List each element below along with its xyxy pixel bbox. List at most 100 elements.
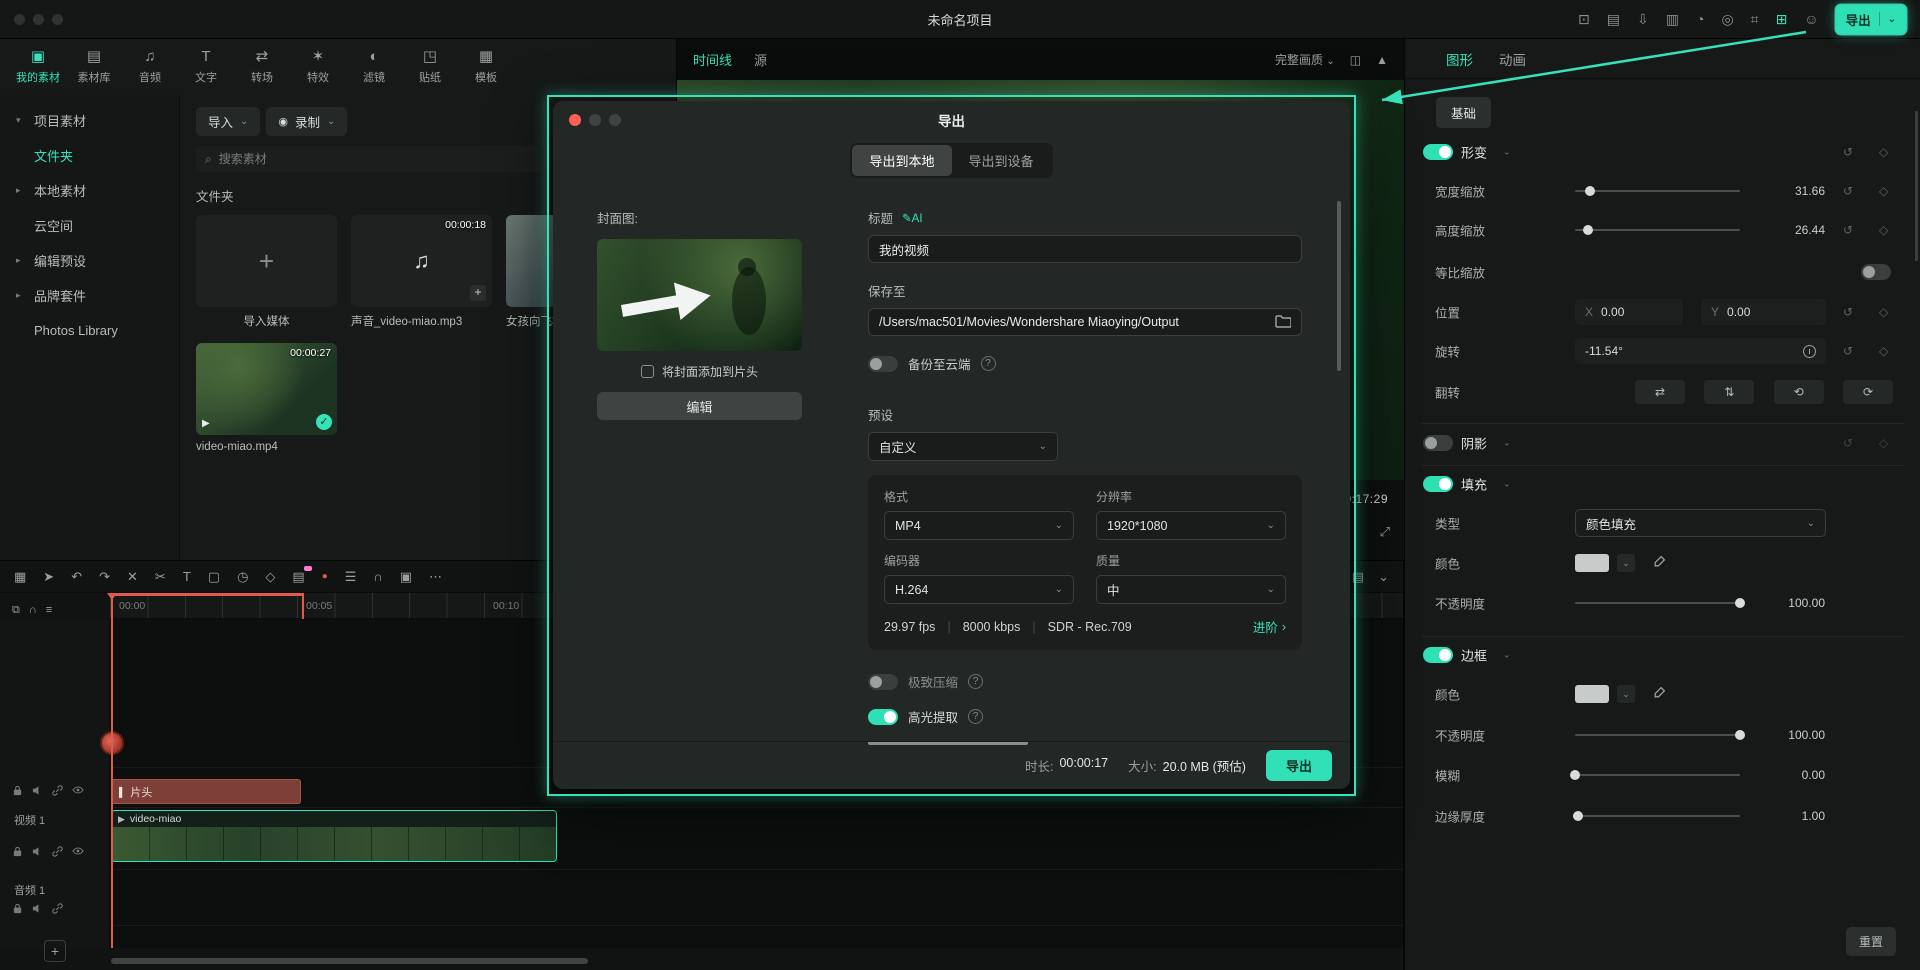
mixer-icon[interactable]: ☰: [345, 570, 357, 583]
dialog-export-button[interactable]: 导出: [1266, 750, 1332, 781]
width-scale-value[interactable]: 31.66: [1745, 184, 1825, 198]
save-path-field[interactable]: /Users/mac501/Movies/Wondershare Miaoyin…: [868, 308, 1302, 336]
position-x-field[interactable]: X0.00: [1575, 299, 1683, 325]
tab-stock[interactable]: ▤素材库: [66, 45, 122, 95]
track-global-toggles[interactable]: ⧉ ∩ ≡: [12, 605, 52, 616]
height-scale-value[interactable]: 26.44: [1745, 223, 1825, 237]
compression-toggle[interactable]: [868, 674, 898, 690]
timeline-scrollbar[interactable]: [111, 958, 588, 964]
chevron-down-icon[interactable]: ⌄: [1617, 685, 1635, 703]
tab-export-device[interactable]: 导出到设备: [952, 145, 1051, 176]
add-track-button[interactable]: +: [44, 940, 66, 962]
tab-animation[interactable]: 动画: [1499, 49, 1526, 69]
fill-opacity-slider[interactable]: [1575, 602, 1740, 604]
sidebar-item-project-media[interactable]: ▾项目素材: [0, 103, 179, 138]
account-icon[interactable]: ☺: [1804, 12, 1818, 26]
export-button[interactable]: 导出 ⌄: [1836, 5, 1906, 34]
intro-clip[interactable]: ▌ 片头: [111, 779, 301, 804]
sidebar-item-brand[interactable]: ▸品牌套件: [0, 278, 179, 313]
link-icon[interactable]: [52, 903, 63, 914]
delete-icon[interactable]: ✕: [127, 570, 138, 583]
ripple-icon[interactable]: ≡: [46, 605, 52, 616]
reset-icon[interactable]: ↺: [1843, 344, 1853, 358]
keyframe-icon[interactable]: ◇: [1879, 344, 1888, 358]
video-tile[interactable]: 00:00:27 ▶ ✓ video-miao.mp4: [196, 343, 337, 453]
eye-icon[interactable]: [72, 845, 84, 857]
advanced-link[interactable]: 进阶›: [1253, 617, 1286, 636]
split-icon[interactable]: ✂: [155, 570, 166, 583]
analytics-icon[interactable]: ▤: [292, 570, 304, 583]
height-scale-slider[interactable]: [1575, 229, 1740, 231]
tab-timeline-preview[interactable]: 时间线: [693, 50, 732, 69]
window-controls[interactable]: [14, 14, 63, 25]
edit-cover-button[interactable]: 编辑: [597, 392, 802, 420]
link-clips-icon[interactable]: ⧉: [12, 605, 20, 616]
layout-icon[interactable]: ▤: [1607, 12, 1620, 26]
keyframe-icon[interactable]: ◇: [1879, 223, 1888, 237]
add-icon[interactable]: +: [470, 285, 486, 301]
tab-stickers[interactable]: ◳贴纸: [402, 45, 458, 95]
tab-source-preview[interactable]: 源: [754, 50, 767, 69]
border-toggle[interactable]: [1423, 647, 1453, 663]
keyframe-icon[interactable]: ◇: [265, 570, 275, 583]
highlight-toggle[interactable]: [868, 709, 898, 725]
fill-type-select[interactable]: 颜色填充⌄: [1575, 509, 1826, 537]
dialog-scrollbar[interactable]: [1337, 201, 1341, 371]
sidebar-item-folder[interactable]: 文件夹: [0, 138, 179, 173]
cover-thumbnail[interactable]: [597, 239, 802, 351]
redo-icon[interactable]: ↷: [99, 570, 110, 583]
import-media-tile[interactable]: + 导入媒体: [196, 215, 337, 329]
record-dropdown-button[interactable]: ◉录制⌄: [266, 107, 347, 136]
blur-slider[interactable]: [1575, 774, 1740, 776]
link-icon[interactable]: [52, 846, 63, 857]
uniform-scale-toggle[interactable]: [1861, 264, 1891, 280]
undo-icon[interactable]: ↶: [71, 570, 82, 583]
chevron-down-icon[interactable]: ⌄: [1888, 14, 1896, 25]
snapshot-icon[interactable]: ▣: [400, 570, 412, 583]
select-tool-icon[interactable]: ➤: [43, 570, 54, 583]
more-icon[interactable]: ⋯: [429, 570, 442, 583]
speed-icon[interactable]: ◷: [237, 570, 248, 583]
magnet-snap-icon[interactable]: ∩: [373, 570, 382, 583]
magnet-icon[interactable]: ∩: [29, 605, 37, 616]
playhead[interactable]: [111, 593, 113, 948]
rotate-ccw-button[interactable]: ⟲: [1774, 380, 1824, 404]
lock-icon[interactable]: [12, 846, 23, 857]
shadow-toggle[interactable]: [1423, 435, 1453, 451]
audio-tile[interactable]: ♫ 00:00:18 + 声音_video-miao.mp3: [351, 215, 492, 329]
text-tool-icon[interactable]: T: [183, 570, 191, 583]
store-cart-icon[interactable]: ⊞: [1776, 12, 1788, 26]
tab-text[interactable]: T文字: [178, 45, 234, 95]
ai-title-icon[interactable]: ✎AI: [902, 211, 923, 225]
reset-button[interactable]: 重置: [1846, 927, 1896, 956]
folder-icon[interactable]: [1275, 314, 1291, 331]
tab-templates[interactable]: ▦模板: [458, 45, 514, 95]
reset-icon[interactable]: ↺: [1843, 145, 1853, 159]
inspector-scrollbar[interactable]: [1915, 111, 1918, 261]
tab-export-local[interactable]: 导出到本地: [852, 145, 951, 176]
render-preview-icon[interactable]: ▲: [1376, 53, 1388, 67]
border-color-swatch[interactable]: [1575, 685, 1609, 703]
mute-icon[interactable]: [32, 903, 43, 914]
keyframe-icon[interactable]: ◇: [1879, 436, 1888, 450]
grid-icon[interactable]: ⌗: [1751, 12, 1759, 26]
border-opacity-slider[interactable]: [1575, 734, 1740, 736]
keyframe-icon[interactable]: ◇: [1879, 305, 1888, 319]
mute-icon[interactable]: [32, 846, 43, 857]
help-icon[interactable]: ?: [981, 356, 996, 371]
save-icon[interactable]: ⇩: [1637, 12, 1649, 26]
chevron-down-icon[interactable]: ⌄: [1503, 650, 1511, 661]
chevron-down-icon[interactable]: ⌄: [1503, 147, 1511, 158]
rotate-cw-button[interactable]: ⟳: [1843, 380, 1893, 404]
resolution-select[interactable]: 1920*1080⌄: [1096, 511, 1286, 540]
flip-vertical-button[interactable]: ⇅: [1704, 380, 1754, 404]
keyframe-icon[interactable]: ◇: [1879, 145, 1888, 159]
audio-track-controls[interactable]: [12, 903, 63, 914]
transform-toggle[interactable]: [1423, 144, 1453, 160]
title-field[interactable]: [868, 235, 1302, 263]
record-marker-icon[interactable]: ●: [322, 572, 328, 582]
tab-my-media[interactable]: ▣我的素材: [10, 45, 66, 95]
zoom-icon[interactable]: [609, 114, 621, 126]
collapse-icon[interactable]: ⌄: [1378, 570, 1389, 583]
sidebar-item-photos-library[interactable]: Photos Library: [0, 313, 179, 348]
